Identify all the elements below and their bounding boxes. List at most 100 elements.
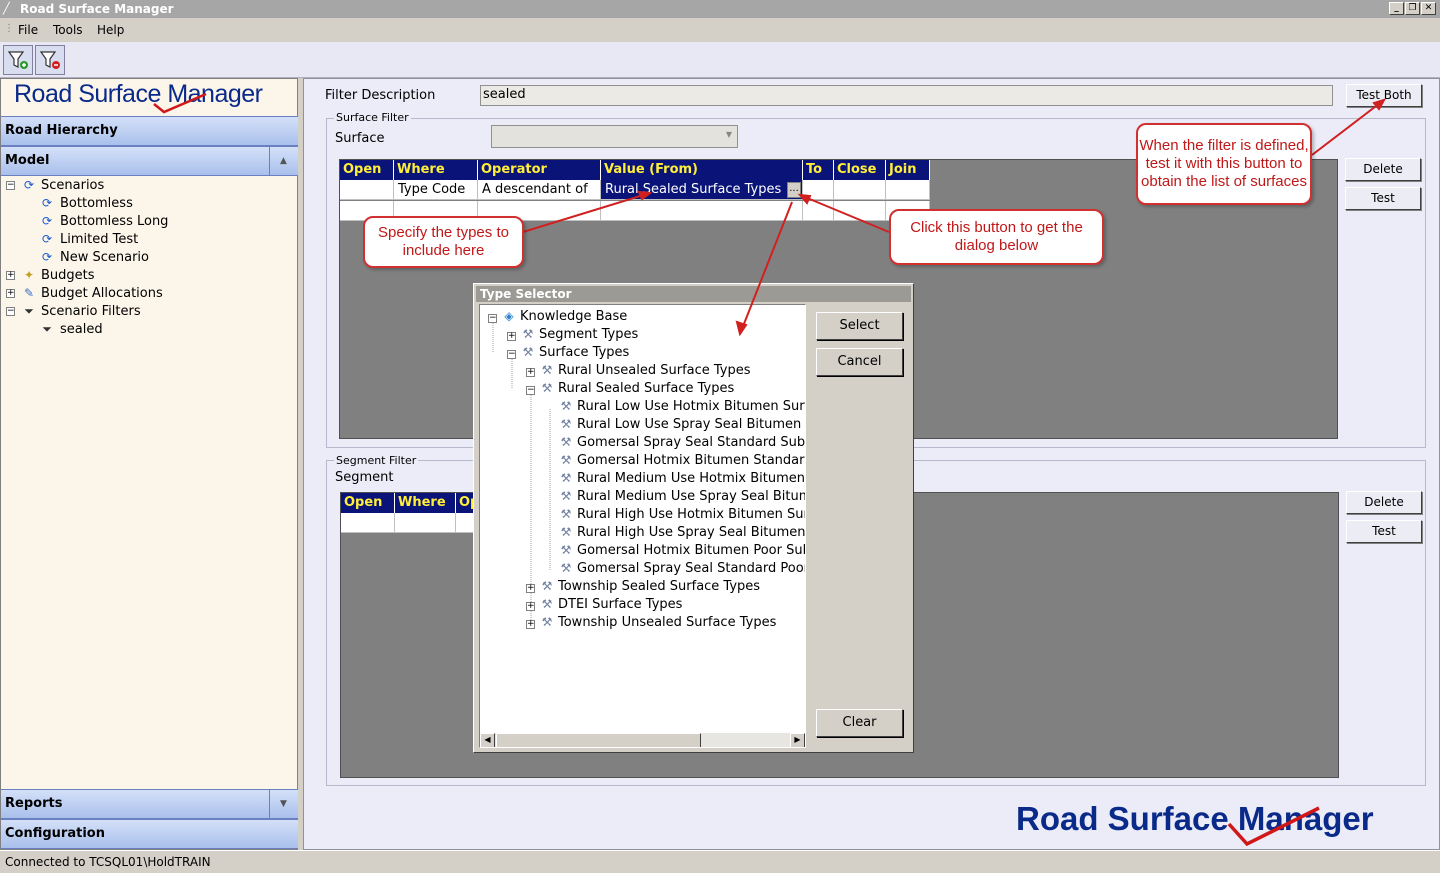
scroll-left-icon[interactable]: ◀ (480, 733, 495, 747)
surface-delete-button[interactable]: Delete (1345, 158, 1421, 181)
table-cell[interactable] (886, 180, 930, 200)
select-button[interactable]: Select (816, 312, 903, 340)
type-icon: ⚒ (560, 399, 572, 413)
tree-item[interactable]: Rural Low Use Hotmix Bitumen Surface (577, 399, 805, 414)
chevron-up-icon[interactable]: ▲ (269, 147, 297, 175)
surface-test-button[interactable]: Test (1345, 187, 1421, 210)
column-header[interactable]: Operator (478, 160, 601, 180)
table-cell[interactable] (340, 180, 394, 200)
horizontal-scrollbar[interactable]: ◀ ▶ (480, 733, 805, 747)
expand-toggle[interactable]: + (526, 620, 535, 629)
table-cell-value[interactable]: Rural Sealed Surface Types ... (601, 180, 803, 200)
table-cell[interactable]: A descendant of (478, 180, 601, 200)
expand-toggle[interactable]: + (526, 584, 535, 593)
scroll-right-icon[interactable]: ▶ (790, 733, 805, 747)
type-selected-icon: ⚒ (541, 381, 553, 395)
nav-configuration[interactable]: Configuration (1, 819, 298, 849)
nav-road-hierarchy[interactable]: Road Hierarchy (1, 116, 298, 146)
tree-item[interactable]: Rural Low Use Spray Seal Bitumen Su (577, 417, 805, 432)
table-cell[interactable] (395, 513, 456, 533)
left-panel (0, 78, 298, 850)
type-icon: ⚒ (560, 561, 572, 575)
tree-item[interactable]: Rural Medium Use Spray Seal Bitumen (577, 489, 805, 504)
type-icon: ⚒ (541, 615, 553, 629)
tree-item[interactable]: New Scenario (60, 250, 149, 265)
tree-item[interactable]: Gomersal Spray Seal Standard Poor S (577, 561, 805, 576)
tree-item[interactable]: Bottomless (60, 196, 133, 211)
menu-file[interactable]: File (18, 23, 38, 37)
segment-delete-button[interactable]: Delete (1346, 491, 1422, 514)
table-cell[interactable] (834, 180, 886, 200)
nav-reports[interactable]: Reports ▼ (1, 789, 298, 819)
add-filter-button[interactable] (3, 45, 33, 75)
tree-item[interactable]: Gomersal Hotmix Bitumen Poor Subgra (577, 543, 805, 558)
filter-remove-icon (39, 51, 60, 69)
expand-toggle[interactable]: + (526, 368, 535, 377)
tree-scenario-filters[interactable]: Scenario Filters (41, 304, 141, 319)
tree-rural-unsealed[interactable]: Rural Unsealed Surface Types (558, 363, 751, 378)
collapse-toggle[interactable]: − (526, 386, 535, 395)
test-both-button[interactable]: Test Both (1346, 84, 1422, 107)
tree-item[interactable]: sealed (60, 322, 103, 337)
segment-test-button[interactable]: Test (1346, 520, 1422, 543)
surface-select[interactable]: ▼ (491, 125, 738, 148)
column-header[interactable]: Where (395, 493, 456, 513)
tree-budgets[interactable]: Budgets (41, 268, 95, 283)
type-icon: ⚒ (522, 327, 534, 341)
minimize-button[interactable]: _ (1389, 2, 1404, 15)
expand-toggle[interactable]: + (6, 271, 15, 280)
status-bar: Connected to TCSQL01\HoldTRAIN (0, 850, 1440, 872)
table-cell[interactable] (601, 201, 803, 221)
table-cell[interactable] (834, 201, 886, 221)
knowledge-base-icon: ◈ (504, 309, 514, 323)
column-header[interactable]: Where (394, 160, 478, 180)
expand-toggle[interactable]: − (6, 181, 15, 190)
table-cell[interactable] (803, 201, 834, 221)
nav-model[interactable]: Model ▲ (1, 146, 298, 176)
tree-scenarios[interactable]: Scenarios (41, 178, 104, 193)
tree-item[interactable]: Gomersal Spray Seal Standard Subgra (577, 435, 805, 450)
ellipsis-button[interactable]: ... (787, 182, 801, 198)
expand-toggle[interactable]: + (6, 289, 15, 298)
tree-surface-types[interactable]: Surface Types (539, 345, 629, 360)
table-cell[interactable] (803, 180, 834, 200)
tree-township-sealed[interactable]: Township Sealed Surface Types (558, 579, 760, 594)
filter-description-input[interactable]: sealed (480, 85, 1333, 106)
restore-button[interactable]: ❐ (1405, 2, 1420, 15)
remove-filter-button[interactable] (35, 45, 65, 75)
tree-item[interactable]: Rural High Use Hotmix Bitumen Surfac (577, 507, 805, 522)
tree-item[interactable]: Bottomless Long (60, 214, 168, 229)
filter-icon: ⏷ (42, 322, 52, 336)
expand-toggle[interactable]: + (507, 332, 516, 341)
collapse-toggle[interactable]: − (507, 350, 516, 359)
tree-item[interactable]: Gomersal Hotmix Bitumen Standard Su (577, 453, 805, 468)
window-title: Road Surface Manager (20, 2, 174, 16)
tree-item[interactable]: Rural High Use Spray Seal Bitumen Su (577, 525, 805, 540)
column-header[interactable]: Open (340, 160, 394, 180)
column-header[interactable]: Join (886, 160, 930, 180)
menu-tools[interactable]: Tools (53, 23, 83, 37)
column-header[interactable]: Open (341, 493, 395, 513)
tree-segment-types[interactable]: Segment Types (539, 327, 638, 342)
tree-rural-sealed[interactable]: Rural Sealed Surface Types (558, 381, 734, 396)
collapse-toggle[interactable]: − (488, 314, 497, 323)
expand-toggle[interactable]: + (526, 602, 535, 611)
tree-budget-allocations[interactable]: Budget Allocations (41, 286, 163, 301)
tree-knowledge-base[interactable]: Knowledge Base (520, 309, 627, 324)
table-cell[interactable] (341, 513, 395, 533)
scroll-thumb[interactable] (496, 733, 701, 747)
tree-township-unsealed[interactable]: Township Unsealed Surface Types (558, 615, 776, 630)
table-cell[interactable]: Type Code (394, 180, 478, 200)
close-button[interactable]: ✕ (1421, 2, 1436, 15)
tree-item[interactable]: Rural Medium Use Hotmix Bitumen Sur (577, 471, 805, 486)
clear-button[interactable]: Clear (816, 709, 903, 737)
chevron-down-icon[interactable]: ▼ (269, 790, 297, 818)
cancel-button[interactable]: Cancel (816, 348, 903, 376)
column-header[interactable]: To (803, 160, 834, 180)
column-header[interactable]: Value (From) (601, 160, 803, 180)
tree-dtei[interactable]: DTEI Surface Types (558, 597, 682, 612)
column-header[interactable]: Close (834, 160, 886, 180)
menu-help[interactable]: Help (97, 23, 124, 37)
expand-toggle[interactable]: − (6, 307, 15, 316)
tree-item[interactable]: Limited Test (60, 232, 138, 247)
